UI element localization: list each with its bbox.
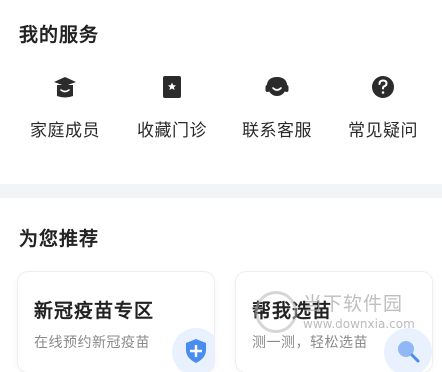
faq-button[interactable]: 常见疑问 <box>328 74 438 144</box>
services-row: 家庭成员 收藏门诊 联系客服 常见疑问 <box>0 74 442 144</box>
shield-icon <box>186 339 206 363</box>
favorite-clinic-icon <box>163 76 181 98</box>
card-title: 新冠疫苗专区 <box>34 300 155 322</box>
covid-vaccine-card[interactable]: 新冠疫苗专区 在线预约新冠疫苗 <box>18 272 214 372</box>
recommend-title: 为您推荐 <box>19 228 100 250</box>
help-select-vaccine-card[interactable]: 帮我选苗 测一测，轻松选苗 <box>236 272 432 372</box>
card-subtitle: 在线预约新冠疫苗 <box>34 335 150 351</box>
family-members-button[interactable]: 家庭成员 <box>10 74 120 144</box>
family-members-label: 家庭成员 <box>30 121 100 141</box>
card-badge <box>384 328 432 372</box>
faq-label: 常见疑问 <box>348 121 418 141</box>
customer-service-label: 联系客服 <box>242 121 312 141</box>
card-badge <box>172 328 214 372</box>
search-icon <box>398 341 420 363</box>
favorite-clinic-button[interactable]: 收藏门诊 <box>117 74 227 144</box>
faq-icon <box>372 76 394 98</box>
customer-service-button[interactable]: 联系客服 <box>222 74 332 144</box>
card-title: 帮我选苗 <box>252 300 333 322</box>
family-members-icon <box>54 77 76 98</box>
customer-service-icon <box>265 76 289 96</box>
section-divider <box>0 184 442 198</box>
card-subtitle: 测一测，轻松选苗 <box>252 335 368 351</box>
my-services-title: 我的服务 <box>19 24 100 46</box>
favorite-clinic-label: 收藏门诊 <box>137 121 207 141</box>
